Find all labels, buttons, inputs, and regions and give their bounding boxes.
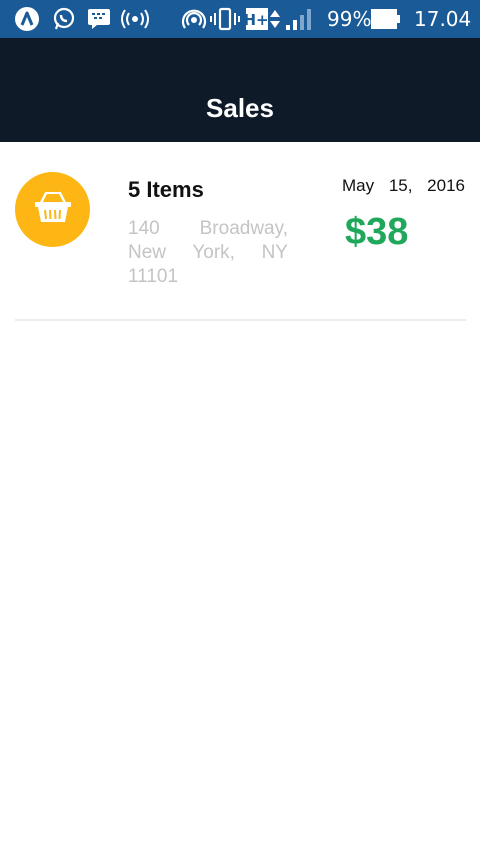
broadcast-icon <box>120 7 150 31</box>
network-type-label: H+ <box>246 11 268 29</box>
app-a-icon <box>14 7 40 31</box>
items-count: 5 Items <box>128 177 204 202</box>
network-type-icon: H+ <box>246 7 268 31</box>
page-title: Sales <box>206 93 274 123</box>
divider <box>15 319 466 321</box>
battery-icon <box>371 7 401 31</box>
clock: 17.04 <box>414 7 472 31</box>
app-bar: Sales <box>0 38 480 142</box>
whatsapp-icon <box>51 7 77 31</box>
signal-icon <box>285 7 313 31</box>
address: 140 Broadway, New York, NY 11101 <box>128 218 288 287</box>
data-arrows-icon <box>269 7 281 31</box>
status-bar: H+ 99% 17.04 <box>0 0 480 38</box>
avatar <box>15 172 90 247</box>
hotspot-icon <box>181 7 207 31</box>
vibrate-icon <box>210 7 240 31</box>
sale-amount: $38 <box>345 211 409 253</box>
list-item[interactable]: 5 Items 140 Broadway, New York, NY 11101… <box>0 142 480 320</box>
sale-date: May 15, 2016 <box>341 176 465 195</box>
battery-percent: 99% <box>327 7 372 31</box>
bbm-icon <box>87 7 111 31</box>
shopping-basket-icon <box>34 190 72 229</box>
